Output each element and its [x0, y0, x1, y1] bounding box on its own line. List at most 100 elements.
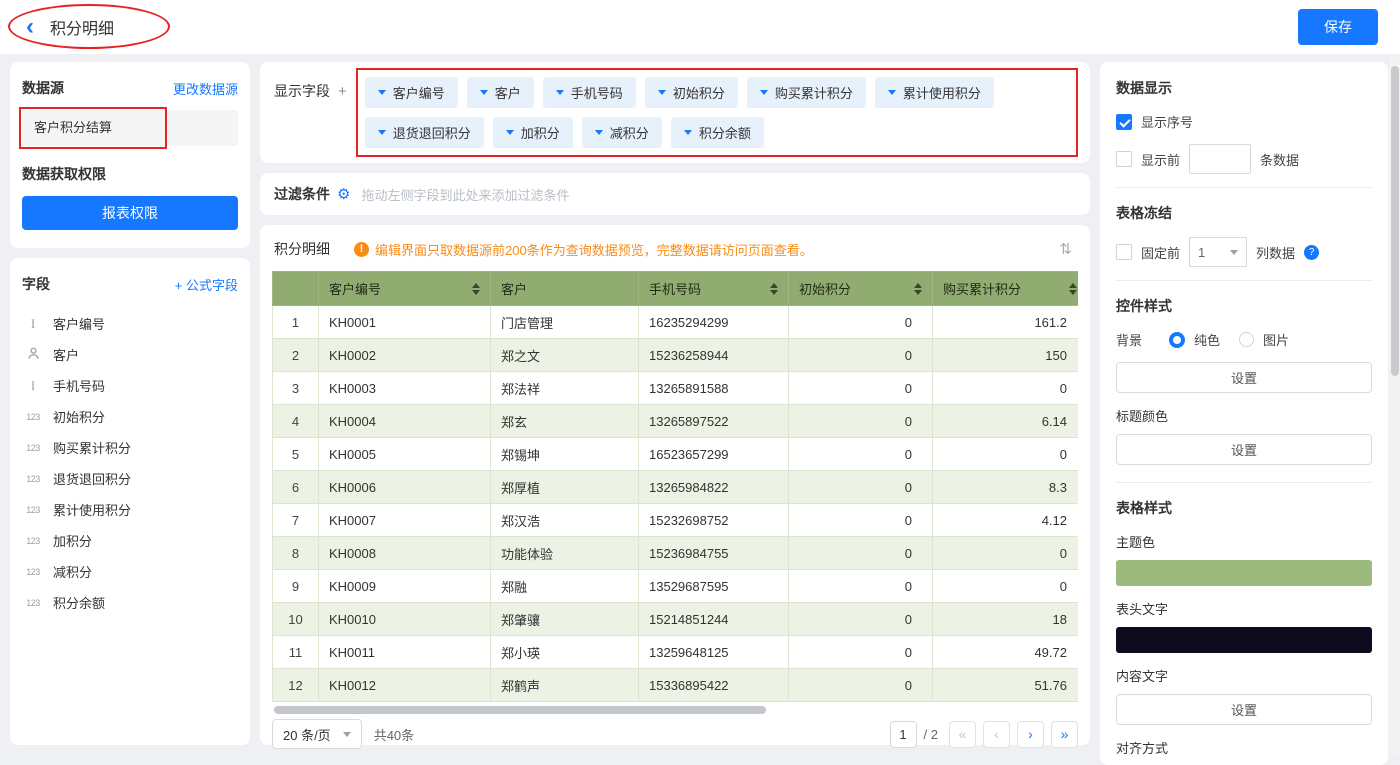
purchase-points-cell: 18 [933, 603, 1079, 636]
freeze-row: 固定前 1 列数据 ? [1116, 237, 1372, 267]
display-field-chip[interactable]: 初始积分 [645, 77, 738, 108]
display-field-chip[interactable]: 客户 [467, 77, 534, 108]
horizontal-scrollbar-thumb[interactable] [274, 706, 766, 714]
table-row[interactable]: 6KH0006郑厚植1326598482208.3 [273, 471, 1079, 504]
customer-code-cell: KH0008 [319, 537, 491, 570]
table-row[interactable]: 7KH0007郑汉浩1523269875204.12 [273, 504, 1079, 537]
table-row[interactable]: 2KH0002郑之文152362589440150 [273, 339, 1079, 372]
column-header[interactable]: 初始积分 [789, 272, 933, 306]
content-text-set-button[interactable]: 设置 [1116, 694, 1372, 725]
page-scrollbar-thumb[interactable] [1391, 66, 1399, 376]
help-icon[interactable]: ? [1304, 245, 1319, 260]
column-header[interactable]: 客户编号 [319, 272, 491, 306]
solid-color-radio[interactable] [1169, 332, 1185, 348]
table-row[interactable]: 4KH0004郑玄1326589752206.14 [273, 405, 1079, 438]
customer-name-cell: 门店管理 [491, 306, 639, 339]
add-formula-field-link[interactable]: + 公式字段 [175, 275, 238, 294]
background-set-button[interactable]: 设置 [1116, 362, 1372, 393]
show-first-checkbox[interactable] [1116, 151, 1132, 167]
current-page[interactable]: 1 [890, 721, 917, 748]
initial-points-cell: 0 [789, 504, 933, 537]
table-row[interactable]: 12KH0012郑鹤声15336895422051.76 [273, 669, 1079, 702]
number-type-icon: 123 [22, 443, 44, 453]
theme-color-swatch[interactable] [1116, 560, 1372, 586]
sort-icon[interactable] [472, 283, 480, 295]
field-item[interactable]: 客户 [22, 339, 238, 370]
table-row[interactable]: 10KH0010郑肇骧15214851244018 [273, 603, 1079, 636]
display-field-chip[interactable]: 客户编号 [365, 77, 458, 108]
display-field-chip[interactable]: 累计使用积分 [875, 77, 994, 108]
page-size-select[interactable]: 20 条/页 [272, 719, 362, 749]
display-field-chip[interactable]: 减积分 [582, 117, 662, 148]
header-text-color-swatch[interactable] [1116, 627, 1372, 653]
phone-cell: 15232698752 [639, 504, 789, 537]
freeze-checkbox[interactable] [1116, 244, 1132, 260]
table-row[interactable]: 5KH0005郑锡坤1652365729900 [273, 438, 1079, 471]
customer-code-cell: KH0005 [319, 438, 491, 471]
title-color-set-button[interactable]: 设置 [1116, 434, 1372, 465]
field-label: 积分余额 [53, 593, 105, 612]
next-page-button[interactable]: › [1017, 721, 1044, 748]
back-icon[interactable]: ‹ [26, 15, 34, 39]
row-index: 7 [273, 504, 319, 537]
change-datasource-link[interactable]: 更改数据源 [173, 79, 238, 98]
filter-label: 过滤条件 [274, 184, 330, 204]
table-row[interactable]: 11KH0011郑小瑛13259648125049.72 [273, 636, 1079, 669]
chip-label: 加积分 [521, 123, 560, 142]
display-field-chip[interactable]: 手机号码 [543, 77, 636, 108]
show-first-count-input[interactable] [1189, 144, 1251, 174]
table-body: 1KH0001门店管理162352942990161.22KH0002郑之文15… [273, 306, 1079, 702]
first-page-button[interactable]: « [949, 721, 976, 748]
gear-icon[interactable]: ⚙ [337, 187, 350, 202]
theme-color-label: 主题色 [1116, 532, 1372, 551]
column-header-label: 购买累计积分 [943, 279, 1021, 298]
field-item[interactable]: 123退货退回积分 [22, 463, 238, 494]
table-row[interactable]: 9KH0009郑融1352968759500 [273, 570, 1079, 603]
column-header[interactable]: 客户 [491, 272, 639, 306]
freeze-prefix-label: 固定前 [1141, 243, 1180, 262]
table-row[interactable]: 8KH0008功能体验1523698475500 [273, 537, 1079, 570]
field-item[interactable]: 123积分余额 [22, 587, 238, 618]
datasource-value[interactable]: 客户积分结算 [22, 110, 238, 146]
filter-panel[interactable]: 过滤条件 ⚙ 拖动左侧字段到此处来添加过滤条件 [260, 173, 1090, 215]
row-index: 11 [273, 636, 319, 669]
phone-cell: 13529687595 [639, 570, 789, 603]
field-item[interactable]: I手机号码 [22, 370, 238, 401]
table-row[interactable]: 3KH0003郑法祥1326589158800 [273, 372, 1079, 405]
show-index-row: 显示序号 [1116, 112, 1372, 131]
field-item[interactable]: 123减积分 [22, 556, 238, 587]
show-index-checkbox[interactable] [1116, 114, 1132, 130]
last-page-button[interactable]: » [1051, 721, 1078, 748]
sort-icon[interactable] [770, 283, 778, 295]
initial-points-cell: 0 [789, 405, 933, 438]
save-button[interactable]: 保存 [1298, 9, 1378, 45]
customer-code-cell: KH0006 [319, 471, 491, 504]
display-field-chip[interactable]: 购买累计积分 [747, 77, 866, 108]
sort-icon[interactable] [914, 283, 922, 295]
image-radio[interactable] [1239, 332, 1254, 347]
purchase-points-cell: 49.72 [933, 636, 1079, 669]
sort-order-icon[interactable]: ⇅ [1055, 240, 1076, 258]
chevron-down-icon [658, 90, 666, 95]
field-item[interactable]: 123累计使用积分 [22, 494, 238, 525]
initial-points-cell: 0 [789, 438, 933, 471]
report-permission-button[interactable]: 报表权限 [22, 196, 238, 230]
column-header[interactable]: 手机号码 [639, 272, 789, 306]
display-field-chip[interactable]: 积分余额 [671, 117, 764, 148]
freeze-count-select[interactable]: 1 [1189, 237, 1247, 267]
add-display-field-button[interactable]: + [338, 83, 347, 100]
field-item[interactable]: 123初始积分 [22, 401, 238, 432]
prev-page-button[interactable]: ‹ [983, 721, 1010, 748]
sort-icon[interactable] [1069, 283, 1077, 295]
column-header[interactable]: 购买累计积分 [933, 272, 1079, 306]
field-item[interactable]: 123加积分 [22, 525, 238, 556]
table-row[interactable]: 1KH0001门店管理162352942990161.2 [273, 306, 1079, 339]
row-index: 9 [273, 570, 319, 603]
display-field-chip[interactable]: 加积分 [493, 117, 573, 148]
phone-cell: 15236258944 [639, 339, 789, 372]
field-item[interactable]: 123购买累计积分 [22, 432, 238, 463]
page-scrollbar[interactable] [1389, 56, 1400, 755]
display-field-chip[interactable]: 退货退回积分 [365, 117, 484, 148]
field-item[interactable]: I客户编号 [22, 308, 238, 339]
phone-cell: 16523657299 [639, 438, 789, 471]
